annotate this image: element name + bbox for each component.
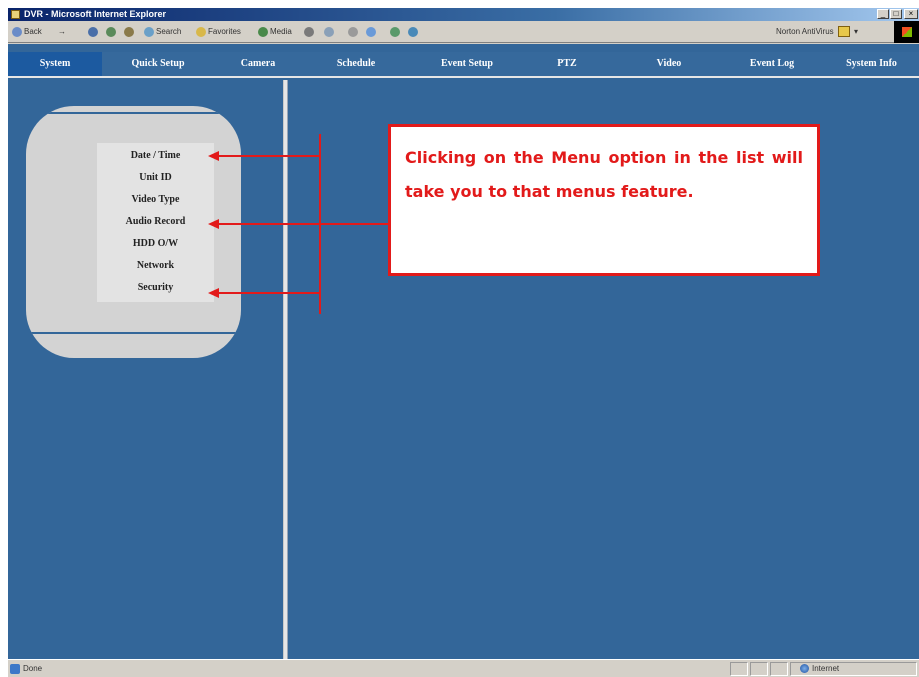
page-content: System Quick Setup Camera Schedule Event… (8, 44, 919, 659)
search-button[interactable]: Search (144, 25, 181, 39)
media-button[interactable]: Media (258, 25, 292, 39)
nav-tab-quick-setup[interactable]: Quick Setup (108, 52, 208, 76)
history-button[interactable] (304, 25, 316, 39)
browser-toolbar: Back → Search Favorites Media Norton Ant… (8, 21, 919, 43)
security-zone-label: Internet (812, 664, 840, 673)
menu-item-audio-record[interactable]: Audio Record (97, 212, 214, 232)
favorites-icon (196, 26, 206, 37)
system-menu-list: Date / Time Unit ID Video Type Audio Rec… (97, 143, 214, 302)
norton-antivirus-label[interactable]: Norton AntiVirus (776, 25, 834, 39)
edit-button[interactable] (366, 25, 378, 39)
annotation-line-middle (218, 223, 388, 225)
menu-item-date-time[interactable]: Date / Time (97, 146, 214, 166)
status-pane-3 (770, 662, 788, 676)
mail-icon (324, 26, 334, 37)
media-icon (258, 26, 268, 37)
browser-window: DVR - Microsoft Internet Explorer _ □ × … (8, 8, 919, 677)
back-arrow-icon (12, 26, 22, 37)
menu-item-security[interactable]: Security (97, 278, 214, 298)
stop-button[interactable] (88, 25, 100, 39)
ie-page-icon (11, 10, 20, 19)
home-icon (124, 26, 134, 37)
status-pane-2 (750, 662, 768, 676)
annotation-arrow-middle-icon (208, 219, 219, 229)
home-button[interactable] (124, 25, 136, 39)
title-bar: DVR - Microsoft Internet Explorer _ □ × (8, 8, 919, 21)
edit-icon (366, 26, 376, 37)
panel-top-divider (26, 112, 241, 114)
annotation-arrow-bottom-icon (208, 288, 219, 298)
nav-tab-video[interactable]: Video (624, 52, 714, 76)
internet-globe-icon (800, 664, 809, 673)
window-title: DVR - Microsoft Internet Explorer (24, 9, 167, 19)
history-icon (304, 26, 314, 37)
print-icon (348, 26, 358, 37)
status-text: Done (23, 664, 43, 673)
menu-item-network[interactable]: Network (97, 256, 214, 276)
status-bar: Done Internet (8, 659, 919, 677)
security-zone-pane (790, 662, 917, 676)
page-status-icon (10, 664, 20, 674)
norton-icon[interactable] (838, 26, 850, 37)
messenger-button[interactable] (408, 25, 420, 39)
mail-button[interactable] (324, 25, 336, 39)
discuss-icon (390, 26, 400, 37)
nav-tab-event-log[interactable]: Event Log (722, 52, 822, 76)
maximize-button[interactable]: □ (890, 9, 902, 19)
windows-logo-throbber (894, 21, 919, 43)
annotation-line-bottom (218, 292, 320, 294)
nav-tab-schedule[interactable]: Schedule (308, 52, 404, 76)
refresh-icon (106, 26, 116, 37)
print-button[interactable] (348, 25, 360, 39)
stop-icon (88, 26, 98, 37)
refresh-button[interactable] (106, 25, 118, 39)
nav-tab-event-setup[interactable]: Event Setup (412, 52, 522, 76)
search-icon (144, 26, 154, 37)
status-pane-1 (730, 662, 748, 676)
back-button[interactable]: Back (12, 25, 42, 39)
annotation-callout-text: Clicking on the Menu option in the list … (405, 148, 803, 201)
messenger-icon (408, 26, 418, 37)
favorites-button[interactable]: Favorites (196, 25, 241, 39)
annotation-line-top (218, 155, 320, 157)
forward-button[interactable]: → (58, 25, 66, 39)
norton-dropdown-icon[interactable]: ▾ (854, 25, 858, 39)
discuss-button[interactable] (390, 25, 402, 39)
main-nav-bar: System Quick Setup Camera Schedule Event… (8, 52, 919, 78)
menu-item-unit-id[interactable]: Unit ID (97, 168, 214, 188)
panel-bottom-divider (26, 332, 241, 334)
system-menu-panel: Date / Time Unit ID Video Type Audio Rec… (26, 106, 241, 358)
windows-logo-icon (902, 27, 912, 37)
nav-tab-system-info[interactable]: System Info (824, 52, 919, 76)
annotation-arrow-top-icon (208, 151, 219, 161)
minimize-button[interactable]: _ (877, 9, 889, 19)
nav-tab-camera[interactable]: Camera (216, 52, 300, 76)
close-button[interactable]: × (904, 9, 918, 19)
nav-tab-ptz[interactable]: PTZ (528, 52, 606, 76)
nav-tab-system[interactable]: System (8, 52, 102, 76)
forward-arrow-icon: → (58, 27, 66, 36)
menu-item-hdd-ow[interactable]: HDD O/W (97, 234, 214, 254)
annotation-callout-box: Clicking on the Menu option in the list … (388, 124, 820, 276)
menu-item-video-type[interactable]: Video Type (97, 190, 214, 210)
